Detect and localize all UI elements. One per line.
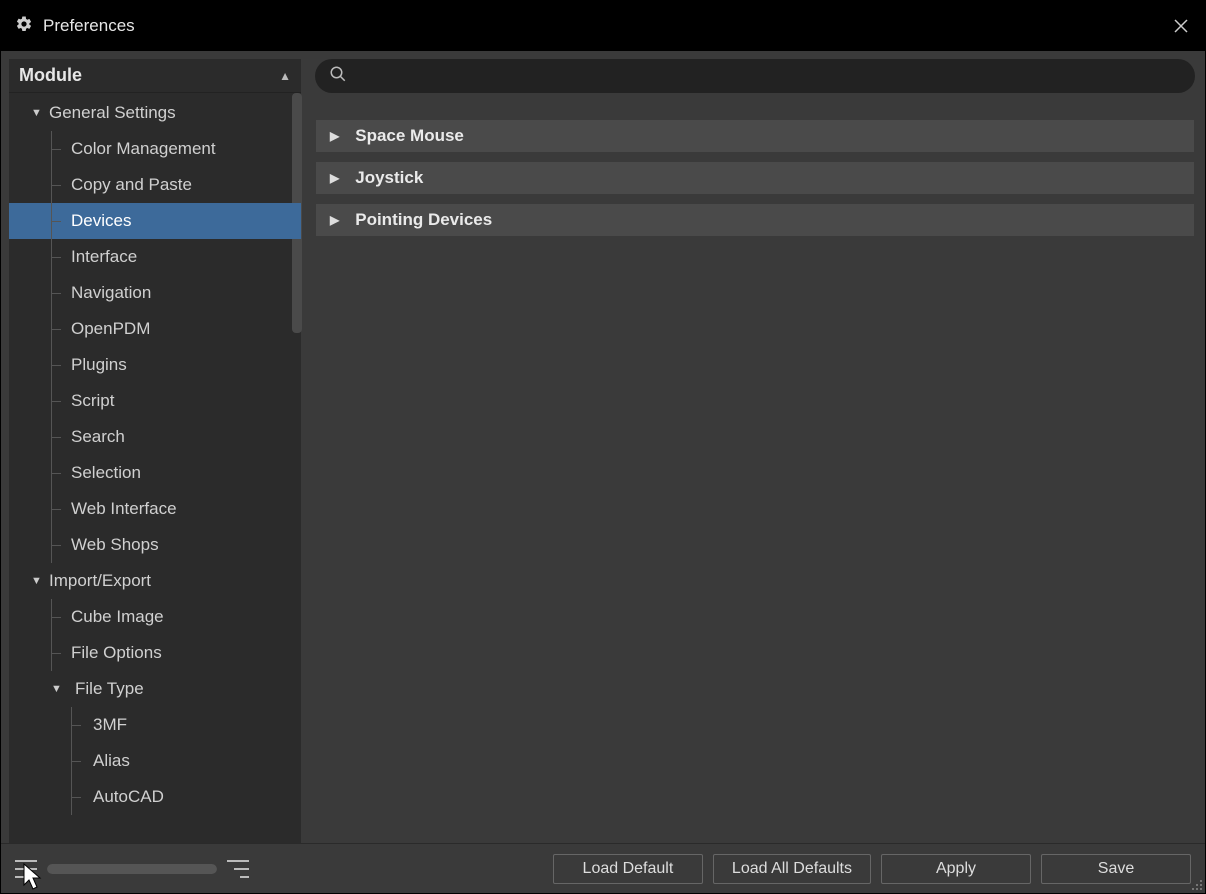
tree-item-color-management[interactable]: Color Management	[9, 131, 301, 167]
chevron-right-icon: ▶	[330, 213, 339, 227]
tree-item-search[interactable]: Search	[9, 419, 301, 455]
preferences-window: Preferences Module ▲ ▼ General Settings …	[0, 0, 1206, 894]
tree-item-file-options[interactable]: File Options	[9, 635, 301, 671]
sidebar-header-label: Module	[19, 65, 82, 86]
section-pointing-devices[interactable]: ▶ Pointing Devices	[315, 203, 1195, 237]
footer: Load Default Load All Defaults Apply Sav…	[1, 843, 1205, 893]
load-default-button[interactable]: Load Default	[553, 854, 703, 884]
body: Module ▲ ▼ General Settings Color Manage…	[1, 51, 1205, 843]
tree-item-selection[interactable]: Selection	[9, 455, 301, 491]
sections: ▶ Space Mouse ▶ Joystick ▶ Pointing Devi…	[315, 119, 1195, 237]
chevron-down-icon: ▼	[31, 107, 45, 119]
filter-lines-icon[interactable]	[227, 860, 249, 878]
horizontal-scrollbar[interactable]	[47, 864, 217, 874]
save-button[interactable]: Save	[1041, 854, 1191, 884]
section-label: Pointing Devices	[355, 210, 492, 230]
close-icon[interactable]	[1171, 16, 1191, 36]
tree-item-3mf[interactable]: 3MF	[9, 707, 301, 743]
window-title: Preferences	[43, 16, 135, 36]
search-input[interactable]	[357, 67, 1181, 85]
chevron-down-icon: ▼	[31, 575, 45, 587]
section-joystick[interactable]: ▶ Joystick	[315, 161, 1195, 195]
chevron-right-icon: ▶	[330, 129, 339, 143]
search-icon	[329, 65, 347, 88]
main-panel: ▶ Space Mouse ▶ Joystick ▶ Pointing Devi…	[309, 51, 1205, 843]
resize-grip-icon[interactable]	[1189, 877, 1203, 891]
tree-item-cube-image[interactable]: Cube Image	[9, 599, 301, 635]
section-label: Space Mouse	[355, 126, 464, 146]
sort-arrow-icon: ▲	[279, 69, 291, 83]
tree-item-devices[interactable]: Devices	[9, 203, 301, 239]
tree-item-web-interface[interactable]: Web Interface	[9, 491, 301, 527]
sidebar: Module ▲ ▼ General Settings Color Manage…	[9, 59, 301, 843]
load-all-defaults-button[interactable]: Load All Defaults	[713, 854, 871, 884]
tree-item-interface[interactable]: Interface	[9, 239, 301, 275]
tree-item-alias[interactable]: Alias	[9, 743, 301, 779]
apply-button[interactable]: Apply	[881, 854, 1031, 884]
tree-item-plugins[interactable]: Plugins	[9, 347, 301, 383]
tree-item-navigation[interactable]: Navigation	[9, 275, 301, 311]
tree-item-web-shops[interactable]: Web Shops	[9, 527, 301, 563]
titlebar: Preferences	[1, 1, 1205, 51]
tree-item-general-settings[interactable]: ▼ General Settings	[9, 95, 301, 131]
chevron-down-icon: ▼	[51, 683, 65, 695]
tree-item-import-export[interactable]: ▼ Import/Export	[9, 563, 301, 599]
tree-item-file-type[interactable]: ▼ File Type	[9, 671, 301, 707]
section-space-mouse[interactable]: ▶ Space Mouse	[315, 119, 1195, 153]
sidebar-header[interactable]: Module ▲	[9, 59, 301, 93]
tree-item-copy-and-paste[interactable]: Copy and Paste	[9, 167, 301, 203]
search-bar[interactable]	[315, 59, 1195, 93]
tree-item-openpdm[interactable]: OpenPDM	[9, 311, 301, 347]
module-tree: ▼ General Settings Color Management Copy…	[9, 93, 301, 843]
gear-icon	[15, 15, 33, 38]
chevron-right-icon: ▶	[330, 171, 339, 185]
tree-item-autocad[interactable]: AutoCAD	[9, 779, 301, 815]
tree-item-script[interactable]: Script	[9, 383, 301, 419]
menu-icon[interactable]	[15, 860, 37, 878]
section-label: Joystick	[355, 168, 423, 188]
